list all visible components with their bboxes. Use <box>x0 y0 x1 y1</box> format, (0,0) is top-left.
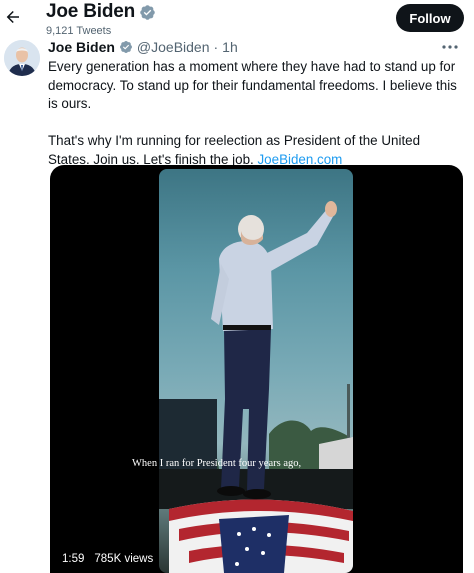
page-title: Joe Biden <box>46 1 135 22</box>
verified-badge-icon <box>119 41 132 53</box>
tweet-header: Joe Biden @JoeBiden · 1h <box>48 39 238 55</box>
avatar-portrait <box>4 40 40 76</box>
arrow-left-icon <box>6 11 19 23</box>
video-views: 785K views <box>94 553 154 565</box>
video-caption: When I ran for President four years ago, <box>132 458 302 469</box>
more-options-button[interactable] <box>440 39 460 55</box>
avatar[interactable] <box>4 40 40 76</box>
tweet-paragraph-2: That's why I'm running for reelection as… <box>48 132 460 169</box>
separator-dot: · <box>213 39 219 55</box>
tweet-paragraph-2-text: That's why I'm running for reelection as… <box>48 133 421 167</box>
video-player[interactable] <box>50 165 463 573</box>
video-scene <box>159 201 353 573</box>
verified-badge-icon <box>140 4 155 20</box>
tweet-count: 9,121 Tweets <box>46 25 112 37</box>
tweet-paragraph-1: Every generation has a moment where they… <box>48 59 457 111</box>
profile-header: Joe Biden 9,121 Tweets Follow <box>0 0 474 42</box>
author-handle[interactable]: @JoeBiden <box>137 39 210 55</box>
back-button[interactable] <box>2 6 24 28</box>
video-duration: 1:59 <box>62 553 85 565</box>
follow-button[interactable]: Follow <box>396 4 464 32</box>
video-frame <box>159 169 353 573</box>
more-horizontal-icon <box>442 45 458 49</box>
timestamp[interactable]: 1h <box>222 39 238 55</box>
video-meta: 1:59 785K views <box>62 553 153 565</box>
author-name[interactable]: Joe Biden <box>48 39 115 55</box>
profile-title: Joe Biden <box>46 1 156 23</box>
